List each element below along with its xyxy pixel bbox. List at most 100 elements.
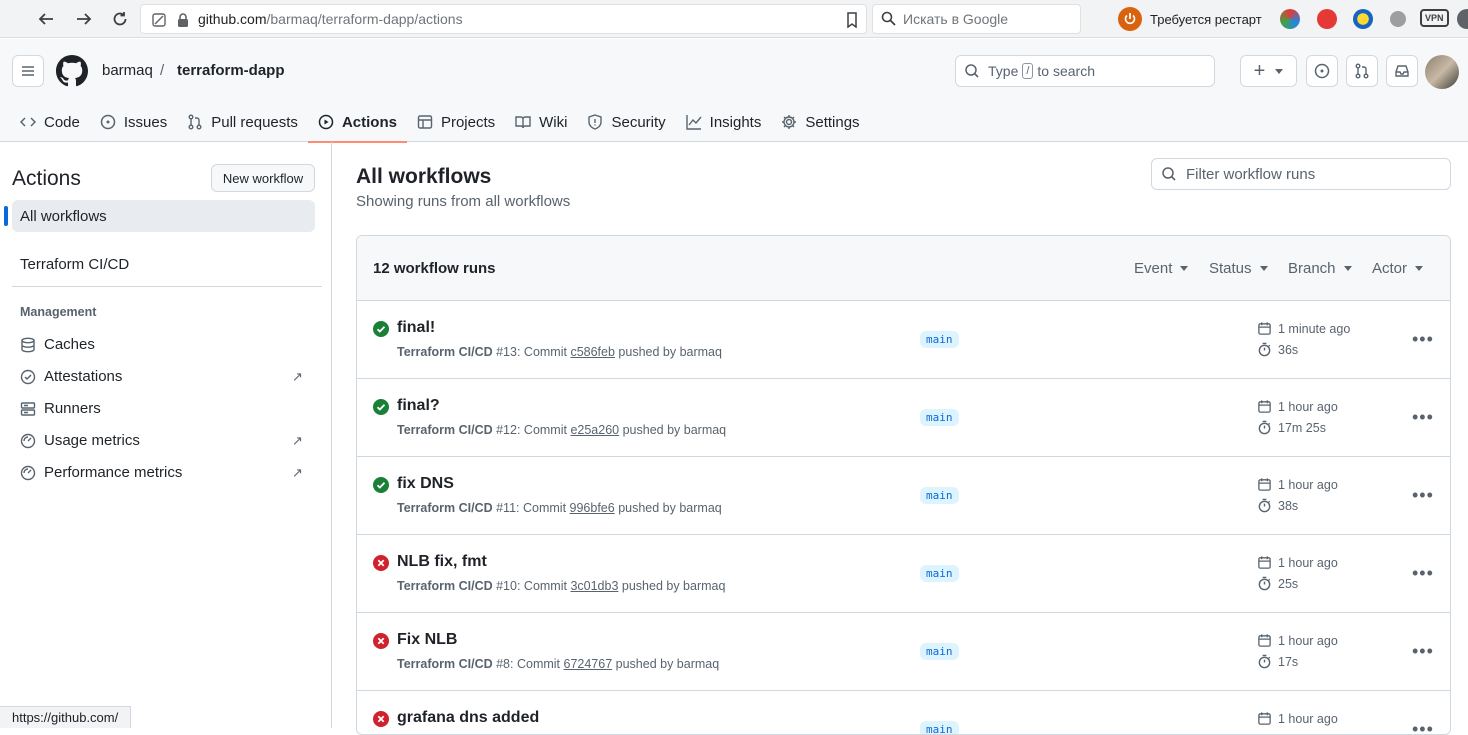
opera-icon[interactable] xyxy=(1317,9,1337,29)
profile-icon[interactable] xyxy=(1457,9,1468,29)
table-row[interactable]: NLB fix, fmt Terraform CI/CD #10: Commit … xyxy=(357,535,1450,613)
pull-requests-button[interactable] xyxy=(1346,55,1378,87)
commit-sha-link[interactable]: 3c01db3 xyxy=(570,579,618,593)
inbox-button[interactable] xyxy=(1386,55,1418,87)
browser-search-field[interactable]: Искать в Google xyxy=(872,4,1081,34)
inbox-icon xyxy=(1395,65,1409,77)
kebab-menu-icon[interactable]: ••• xyxy=(1412,563,1434,584)
address-bar[interactable]: github.com/barmaq/terraform-dapp/actions xyxy=(140,4,867,34)
tab-pull-requests[interactable]: Pull requests xyxy=(177,102,308,142)
filter-status-dropdown[interactable]: Status xyxy=(1209,260,1268,277)
run-title[interactable]: fix DNS xyxy=(397,475,454,493)
branch-badge[interactable]: main xyxy=(920,331,959,348)
meter-icon xyxy=(20,465,36,480)
github-logo-icon[interactable] xyxy=(56,55,88,87)
run-duration: 36s xyxy=(1257,342,1298,357)
commit-sha-link[interactable]: 6724767 xyxy=(564,657,613,671)
branch-badge[interactable]: main xyxy=(920,409,959,426)
run-title[interactable]: grafana dns added xyxy=(397,709,539,727)
run-number: #11 xyxy=(496,501,517,515)
branch-badge[interactable]: main xyxy=(920,643,959,660)
repo-link[interactable]: terraform-dapp xyxy=(177,62,285,79)
filter-actor-dropdown[interactable]: Actor xyxy=(1372,260,1424,277)
table-row[interactable]: fix DNS Terraform CI/CD #11: Commit 996bf… xyxy=(357,457,1450,535)
kebab-menu-icon[interactable]: ••• xyxy=(1412,485,1434,506)
check-circle-icon xyxy=(373,399,389,415)
kebab-menu-icon[interactable]: ••• xyxy=(1412,641,1434,662)
run-ago-text: 1 minute ago xyxy=(1278,321,1351,336)
run-duration-text: 25s xyxy=(1278,576,1299,591)
create-new-button[interactable]: + xyxy=(1240,55,1297,87)
run-duration: 17m 25s xyxy=(1257,420,1326,435)
filter-event-dropdown[interactable]: Event xyxy=(1134,260,1189,277)
branch-badge[interactable]: main xyxy=(920,487,959,504)
kebab-menu-icon[interactable]: ••• xyxy=(1412,329,1434,350)
run-pushed-by: pushed by barmaq xyxy=(619,423,727,437)
run-title[interactable]: Fix NLB xyxy=(397,631,457,649)
branch-badge[interactable]: main xyxy=(920,721,959,734)
tab-security[interactable]: Security xyxy=(577,102,675,142)
tab-settings[interactable]: Settings xyxy=(771,102,869,142)
forward-button[interactable] xyxy=(72,7,96,31)
filter-branch-dropdown[interactable]: Branch xyxy=(1288,260,1352,277)
owner-link[interactable]: barmaq xyxy=(102,62,153,79)
sidebar-item-caches[interactable]: Caches xyxy=(20,336,95,353)
extension-gray-icon[interactable] xyxy=(1390,11,1406,27)
site-settings-icon[interactable] xyxy=(151,12,167,28)
x-circle-icon xyxy=(373,555,389,571)
run-duration-text: 36s xyxy=(1278,342,1299,357)
commit-sha-link[interactable]: c586feb xyxy=(570,345,614,359)
commit-sha-link[interactable]: e25a260 xyxy=(570,423,619,437)
kebab-menu-icon[interactable]: ••• xyxy=(1412,719,1434,734)
table-row[interactable]: final? Terraform CI/CD #12: Commit e25a26… xyxy=(357,379,1450,457)
lock-icon xyxy=(178,13,188,27)
code-icon xyxy=(20,117,36,127)
sidebar-item-label: Attestations xyxy=(44,368,123,385)
bookmark-icon[interactable] xyxy=(846,12,858,28)
table-row[interactable]: final! Terraform CI/CD #13: Commit c586fe… xyxy=(357,301,1450,379)
avatar[interactable] xyxy=(1425,55,1459,89)
vpn-badge[interactable]: VPN xyxy=(1420,9,1449,27)
table-row[interactable]: grafana dns added main 1 hour ago ••• xyxy=(357,691,1450,734)
sidebar-item-runners[interactable]: Runners xyxy=(20,400,101,417)
sidebar-item-performance-metrics[interactable]: Performance metrics xyxy=(20,464,182,481)
restart-label: Требуется рестарт xyxy=(1150,11,1262,27)
extension-eye-icon[interactable] xyxy=(1353,9,1373,29)
issues-button[interactable] xyxy=(1306,55,1338,87)
run-meta: Terraform CI/CD #11: Commit 996bfe6 push… xyxy=(397,501,722,515)
meter-icon xyxy=(20,433,36,448)
run-workflow: Terraform CI/CD xyxy=(397,345,493,359)
reload-button[interactable] xyxy=(108,7,132,31)
calendar-icon xyxy=(1258,634,1271,647)
tab-projects[interactable]: Projects xyxy=(407,102,505,142)
filter-workflow-runs-input[interactable]: Filter workflow runs xyxy=(1151,158,1451,190)
extension-colorful-icon[interactable] xyxy=(1280,9,1300,29)
run-title[interactable]: NLB fix, fmt xyxy=(397,553,487,571)
graph-icon xyxy=(685,115,702,130)
search-input[interactable]: Type / to search xyxy=(955,55,1215,87)
tab-insights[interactable]: Insights xyxy=(676,102,772,142)
tab-wiki[interactable]: Wiki xyxy=(505,102,577,142)
sidebar-item-all-workflows[interactable]: All workflows xyxy=(4,200,315,232)
run-title[interactable]: final? xyxy=(397,397,440,415)
tab-actions[interactable]: Actions xyxy=(307,102,407,143)
back-button[interactable] xyxy=(34,7,58,31)
tab-code[interactable]: Code xyxy=(10,102,90,142)
sidebar-item-usage-metrics[interactable]: Usage metrics xyxy=(20,432,140,449)
table-row[interactable]: Fix NLB Terraform CI/CD #8: Commit 672476… xyxy=(357,613,1450,691)
new-workflow-button[interactable]: New workflow xyxy=(211,164,315,192)
sidebar-title: Actions xyxy=(12,167,81,190)
run-duration: 38s xyxy=(1257,498,1298,513)
sidebar-item-attestations[interactable]: Attestations xyxy=(20,368,122,385)
external-link-icon: ↗ xyxy=(292,433,303,448)
branch-badge[interactable]: main xyxy=(920,565,959,582)
sidebar-item-terraform-cicd[interactable]: Terraform CI/CD xyxy=(20,256,129,273)
tab-issues[interactable]: Issues xyxy=(90,102,177,142)
filter-label: Branch xyxy=(1288,260,1336,277)
chevron-down-icon xyxy=(1343,266,1352,271)
commit-sha-link[interactable]: 996bfe6 xyxy=(570,501,615,515)
menu-button[interactable] xyxy=(12,55,44,87)
run-title[interactable]: final! xyxy=(397,319,435,337)
kebab-menu-icon[interactable]: ••• xyxy=(1412,407,1434,428)
restart-button[interactable]: Требуется рестарт xyxy=(1118,6,1262,32)
